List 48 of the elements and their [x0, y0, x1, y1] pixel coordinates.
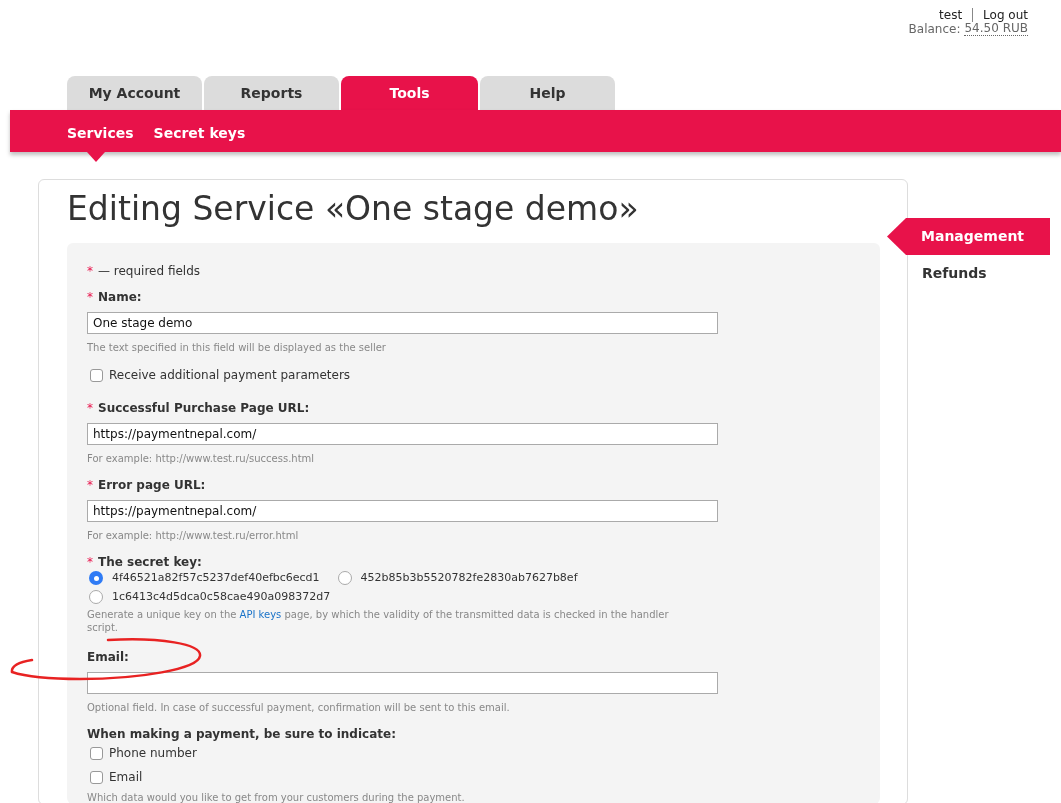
balance-value: 54.50 RUB	[964, 22, 1028, 36]
side-menu-item[interactable]: Refunds	[888, 255, 1050, 292]
text-input[interactable]	[87, 672, 718, 694]
field-label: Email:	[87, 650, 129, 664]
required-mark: *	[87, 264, 93, 278]
text-input[interactable]: https://paymentnepal.com/	[87, 423, 718, 445]
checkbox[interactable]	[90, 368, 103, 382]
radio-button[interactable]	[89, 571, 103, 585]
side-menu-item[interactable]: Management	[887, 218, 1050, 255]
checkbox-label[interactable]: Email	[109, 768, 143, 786]
field-label: Error page URL:	[98, 478, 206, 492]
field-label: Successful Purchase Page URL:	[98, 401, 310, 415]
radio-button[interactable]	[89, 590, 103, 604]
field-hint: The text specified in this field will be displayed as the seller	[87, 341, 387, 354]
balance-label: Balance:	[908, 22, 961, 36]
subnav-link[interactable]: Secret keys	[153, 125, 246, 141]
checkbox-label[interactable]: Receive additional payment parameters	[109, 366, 351, 384]
field-label: Name:	[98, 290, 142, 304]
nav-tab[interactable]: Reports	[204, 76, 339, 110]
checkbox[interactable]	[90, 746, 103, 760]
radio-label[interactable]: 452b85b3b5520782fe2830ab7627b8ef	[360, 570, 578, 586]
required-note: — required fields	[98, 264, 201, 278]
logout-link[interactable]: Log out	[983, 8, 1028, 22]
required-mark: *	[87, 289, 93, 306]
checkbox[interactable]	[90, 770, 103, 784]
required-mark: *	[87, 477, 93, 494]
nav-tab[interactable]: Tools	[341, 76, 478, 110]
field-hint: For example: http://www.test.ru/error.html	[87, 529, 300, 542]
field-label: The secret key:	[98, 555, 202, 569]
checkbox-label[interactable]: Phone number	[109, 744, 197, 762]
field-hint: Which data would you like to get from your customers during the payment.	[87, 791, 466, 803]
text-input[interactable]: https://paymentnepal.com/	[87, 500, 718, 522]
field-hint: Optional field. In case of successful payment, confirmation will be sent to this email.	[87, 701, 511, 714]
field-hint: Generate a unique key on the API keys page, by which the validity of the transmitted data is checked in the handler script.	[87, 608, 670, 634]
field-label: When making a payment, be sure to indicate:	[87, 727, 396, 741]
api-keys-link[interactable]: API keys	[239, 609, 282, 620]
field-hint: For example: http://www.test.ru/success.html	[87, 452, 316, 465]
user-name[interactable]: test	[939, 8, 963, 22]
required-mark: *	[87, 554, 93, 571]
radio-label[interactable]: 4f46521a82f57c5237def40efbc6ecd1	[112, 570, 320, 586]
nav-tab[interactable]: My Account	[67, 76, 202, 110]
page-title: Editing Service «One stage demo»	[67, 188, 640, 230]
radio-label[interactable]: 1c6413c4d5dca0c58cae490a098372d7	[112, 589, 331, 605]
radio-button[interactable]	[337, 571, 352, 585]
required-mark: *	[87, 400, 93, 417]
nav-tab[interactable]: Help	[480, 76, 615, 110]
subnav-link[interactable]: Services	[67, 125, 134, 141]
text-input[interactable]: One stage demo	[87, 312, 718, 334]
